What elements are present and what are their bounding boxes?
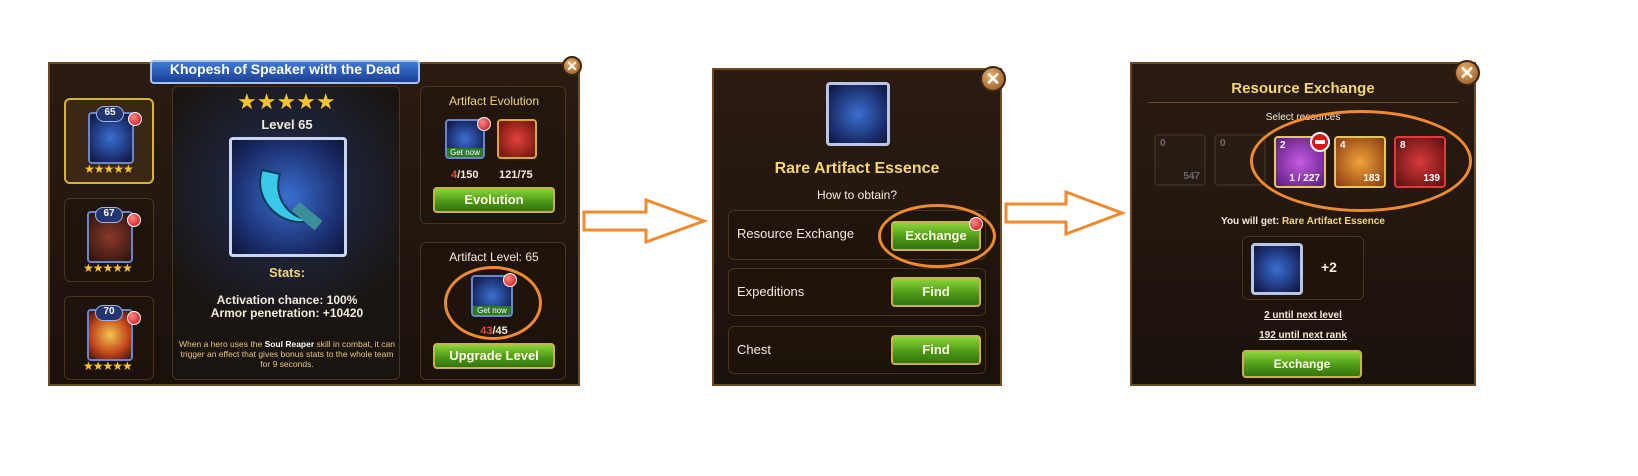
upgrade-level-button[interactable]: Upgrade Level [433, 343, 555, 369]
notification-dot [477, 117, 491, 131]
artifact-level-title: Artifact Level: 65 [449, 250, 539, 264]
hero-card-selected[interactable]: 65 ★★★★★ [64, 98, 154, 184]
evo-count-2: 121/75 [499, 169, 533, 181]
get-now-label: Get now [447, 148, 483, 157]
close-icon[interactable]: ✕ [562, 56, 582, 76]
exchange-title: Resource Exchange [1231, 80, 1375, 97]
divider [1148, 102, 1458, 103]
exchange-button[interactable]: Exchange [1242, 350, 1362, 378]
row-chest: Chest Find [728, 326, 986, 374]
essence-title: Rare Artifact Essence [774, 160, 940, 177]
hero-stars: ★★★★★ [83, 359, 133, 373]
notification-dot [128, 112, 142, 126]
highlight-oval [444, 266, 542, 340]
evolution-box: Artifact Evolution Get now 4/150 121/75 … [420, 86, 566, 224]
reward-amount: +2 [1321, 259, 1337, 275]
hero-card[interactable]: 67 ★★★★★ [64, 198, 154, 282]
row-expeditions: Expeditions Find [728, 268, 986, 316]
row-label: Resource Exchange [737, 226, 855, 241]
khopesh-icon [229, 137, 347, 257]
row-label: Expeditions [737, 284, 805, 299]
evo-count-1: 4/150 [451, 169, 479, 181]
artifact-panel: Khopesh of Speaker with the Dead ✕ 65 ★★… [48, 56, 582, 386]
evolution-title: Artifact Evolution [448, 94, 540, 108]
evolution-button[interactable]: Evolution [433, 187, 555, 213]
highlight-oval [1250, 110, 1472, 212]
you-will-get: You will get: Rare Artifact Essence [1221, 216, 1385, 227]
notification-dot [127, 213, 141, 227]
arrow-right-icon [1004, 189, 1127, 237]
row-label: Chest [737, 342, 771, 357]
artifact-level-label: Level 65 [261, 117, 313, 132]
close-icon[interactable]: ✕ [980, 66, 1006, 92]
hero-level-badge: 65 [96, 106, 124, 122]
hero-level-badge: 67 [95, 207, 123, 223]
until-next-level: 2 until next level [1264, 310, 1342, 321]
essence-panel: ✕ Rare Artifact Essence How to obtain? R… [712, 66, 1006, 386]
reward-box: +2 [1242, 236, 1364, 300]
find-button[interactable]: Find [891, 277, 981, 307]
until-next-rank: 192 until next rank [1259, 330, 1347, 341]
highlight-oval [878, 204, 996, 268]
artifact-description: When a hero uses the Soul Reaper skill i… [179, 339, 395, 369]
hero-stars: ★★★★★ [84, 162, 134, 176]
big-stars: ★★★★★ [237, 89, 336, 114]
resource-tile-disabled: 0 547 [1154, 134, 1206, 186]
arrow-right-icon [582, 197, 709, 245]
stat-activation: Activation chance: 100% [216, 293, 358, 307]
how-to-obtain: How to obtain? [816, 188, 898, 202]
hero-card[interactable]: 70 ★★★★★ [64, 296, 154, 380]
hero-level-badge: 70 [95, 305, 123, 321]
notification-dot [127, 311, 141, 325]
hero-stars: ★★★★★ [83, 261, 133, 275]
rare-essence-icon [1251, 243, 1303, 295]
gem-icon[interactable] [497, 119, 537, 159]
artifact-detail: ★★★★★ Level 65 Stats: Activation chance:… [172, 86, 400, 380]
artifact-title: Khopesh of Speaker with the Dead [169, 61, 401, 77]
stat-armor: Armor penetration: +10420 [210, 306, 364, 320]
rare-essence-icon [826, 82, 890, 146]
khopesh-icon-art [259, 168, 323, 231]
stats-label: Stats: [268, 265, 306, 280]
resource-exchange-panel: ✕ Resource Exchange Select resources 0 5… [1130, 60, 1480, 386]
find-button[interactable]: Find [891, 335, 981, 365]
